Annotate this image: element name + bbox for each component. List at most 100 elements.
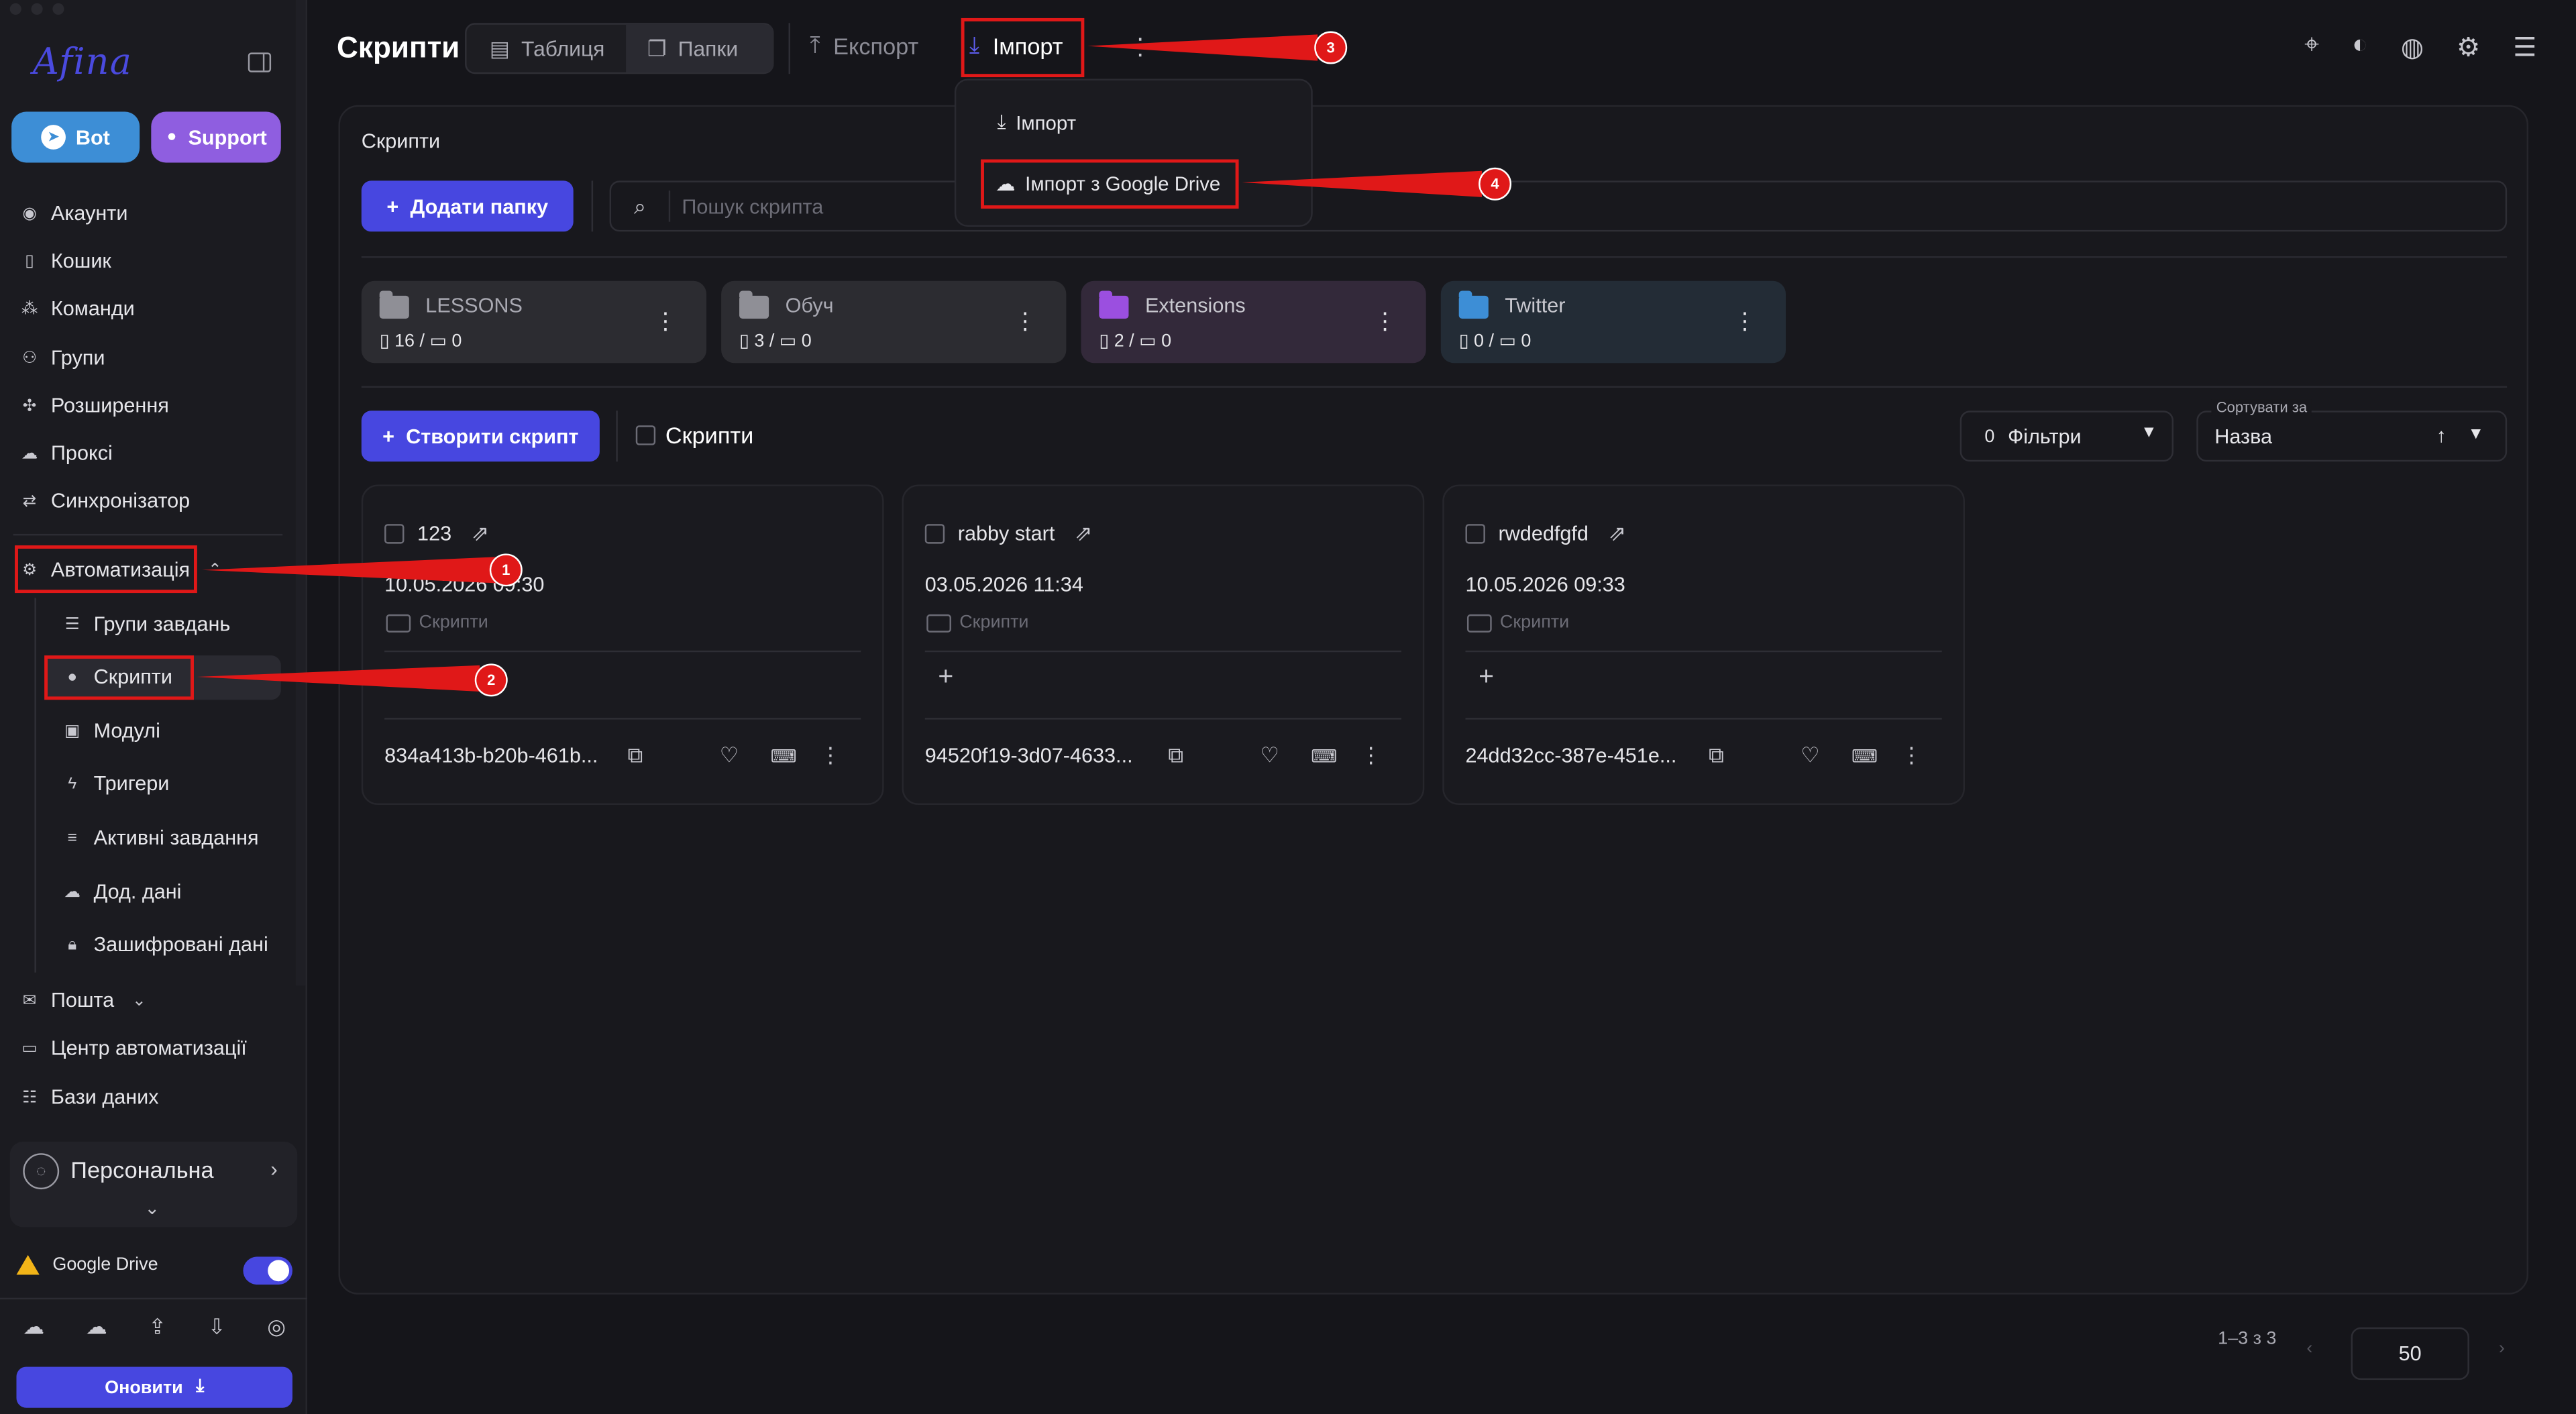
cloud-upload-icon[interactable]: ☁: [23, 1314, 44, 1340]
sidebar-item-automation-center[interactable]: ▭ Центр автоматизації: [19, 1030, 246, 1067]
eye-off-icon[interactable]: ◎: [267, 1314, 286, 1340]
support-button[interactable]: ● Support: [151, 111, 281, 163]
external-link-icon[interactable]: ⇗: [1075, 521, 1093, 547]
minimize-dot[interactable]: [31, 3, 43, 15]
heart-icon[interactable]: ♡: [1801, 743, 1851, 769]
filters-dropdown[interactable]: 0 Фільтри ▼: [1960, 411, 2174, 462]
heart-icon[interactable]: ♡: [1260, 743, 1311, 769]
sidebar-toggle-icon[interactable]: [248, 52, 272, 72]
create-script-button[interactable]: + Створити скрипт: [361, 411, 600, 462]
plus-icon[interactable]: +: [398, 663, 413, 693]
arrow-up-icon[interactable]: ↑: [2436, 424, 2447, 447]
script-card[interactable]: 123 ⇗ 10.05.2026 09:30 Скрипти + 834a413b…: [361, 484, 884, 806]
checkbox[interactable]: [924, 524, 945, 544]
checkbox[interactable]: [635, 425, 656, 445]
search-box: ⌕: [609, 180, 2508, 232]
copy-icon[interactable]: ⧉: [1709, 743, 1801, 769]
more-icon[interactable]: ⋮: [1360, 743, 1382, 769]
sidebar-item-sync[interactable]: ⇄ Синхронізатор: [19, 483, 190, 519]
external-link-icon[interactable]: ⇗: [472, 521, 490, 547]
copy-icon[interactable]: ⧉: [1168, 743, 1260, 769]
external-link-icon[interactable]: ⇗: [1608, 521, 1626, 547]
more-icon[interactable]: ⋮: [1128, 33, 1151, 61]
more-icon[interactable]: ⋮: [1373, 307, 1396, 335]
export-button[interactable]: ⤒ Експорт: [810, 32, 918, 60]
folder-card[interactable]: Обуч ▯ 3 / ▭ 0 ⋮: [721, 280, 1067, 364]
sidebar-item-encrypted-data[interactable]: 🔒︎ Зашифровані дані: [62, 926, 268, 963]
update-button[interactable]: Оновити ⤓: [16, 1366, 292, 1408]
prev-page-icon[interactable]: ‹: [2306, 1339, 2312, 1358]
script-header: 123 ⇗: [384, 521, 489, 547]
folder-counts: ▯ 16 / ▭ 0: [379, 331, 462, 352]
next-page-icon[interactable]: ›: [2499, 1339, 2505, 1358]
sidebar-item-label: Активні завдання: [93, 826, 259, 850]
sidebar-scrollbar[interactable]: [295, 0, 306, 986]
topbar: Скрипти ▤ Таблиця ❐ Папки ⤒ Експорт ⤓ Імпорт…: [307, 0, 2576, 99]
copy-icon[interactable]: ⧉: [628, 743, 720, 769]
select-all-checkbox[interactable]: Скрипти: [635, 422, 754, 449]
zoom-dot[interactable]: [52, 3, 64, 15]
more-icon[interactable]: ⋮: [1014, 307, 1036, 335]
select-all-label: Скрипти: [665, 422, 754, 449]
keyboard-icon[interactable]: ⌨: [1851, 745, 1900, 766]
tag-icon[interactable]: ⌖: [2304, 32, 2319, 64]
sidebar-item-groups[interactable]: ⚇ Групи: [19, 340, 105, 376]
theme-icon[interactable]: ◐: [2352, 32, 2368, 64]
add-folder-button[interactable]: + Додати папку: [361, 180, 574, 232]
keyboard-icon[interactable]: ⌨: [1311, 745, 1360, 766]
sidebar-item-proxy[interactable]: ☁ Проксі: [19, 435, 113, 472]
per-page-select[interactable]: 50: [2351, 1327, 2469, 1380]
sidebar-item-task-groups[interactable]: ☰ Групи завдань: [62, 606, 231, 643]
sidebar-item-triggers[interactable]: ϟ Тригери: [62, 765, 169, 802]
heart-icon[interactable]: ♡: [720, 743, 771, 769]
more-icon[interactable]: ⋮: [654, 307, 677, 335]
script-card[interactable]: rwdedfgfd ⇗ 10.05.2026 09:33 Скрипти + 24…: [1442, 484, 1966, 806]
folder-upload-icon[interactable]: ⇪: [148, 1314, 166, 1340]
checkbox[interactable]: [384, 524, 405, 544]
folder-card[interactable]: Extensions ▯ 2 / ▭ 0 ⋮: [1081, 280, 1426, 364]
sidebar-item-databases[interactable]: ☷ Бази даних: [19, 1079, 158, 1116]
script-card[interactable]: rabby start ⇗ 03.05.2026 11:34 Скрипти + …: [902, 484, 1425, 806]
view-folders-button[interactable]: ❐ Папки: [626, 24, 774, 72]
more-icon[interactable]: ⋮: [820, 743, 841, 769]
checkbox[interactable]: [1465, 524, 1485, 544]
keyboard-icon[interactable]: ⌨: [771, 745, 820, 766]
sidebar-item-mail[interactable]: ✉ Пошта ⌄: [19, 983, 146, 1019]
sidebar-item-label: Пошта: [50, 989, 115, 1012]
sidebar-item-accounts[interactable]: ◉ Акаунти: [19, 195, 127, 231]
menu-item-import[interactable]: ⤓ Імпорт: [998, 110, 1077, 135]
view-table-button[interactable]: ▤ Таблиця: [490, 25, 605, 72]
plus-icon[interactable]: +: [938, 663, 953, 693]
profile-selector[interactable]: ◌ Персональна › ⌄: [9, 1142, 298, 1228]
sidebar-item-active-tasks[interactable]: ≡ Активні завдання: [62, 820, 259, 856]
script-footer: 94520f19-3d07-4633... ⧉ ♡ ⌨ ⋮: [925, 743, 1405, 769]
more-icon[interactable]: ⋮: [1900, 743, 1922, 769]
sort-select[interactable]: Сортувати за Назва ↑ ▼: [2196, 399, 2508, 462]
gear-icon[interactable]: ⚙: [2457, 32, 2480, 64]
sidebar-item-extra-data[interactable]: ☁ Дод. дані: [62, 874, 182, 910]
layout-icon[interactable]: ☰: [2513, 32, 2536, 64]
chevron-down-icon[interactable]: ⌄: [145, 1197, 160, 1219]
sidebar-item-trash[interactable]: ▯ Кошик: [19, 243, 111, 279]
bot-button[interactable]: ➤ Bot: [11, 111, 140, 163]
sidebar-item-modules[interactable]: ▣ Модулі: [62, 713, 160, 749]
create-script-label: Створити скрипт: [406, 425, 579, 448]
more-icon[interactable]: ⋮: [1733, 307, 1756, 335]
script-name: 123: [417, 522, 452, 546]
plus-icon: +: [382, 425, 394, 448]
chevron-right-icon[interactable]: ›: [270, 1156, 278, 1181]
subfolder-count: 0: [1521, 331, 1532, 352]
folder-card[interactable]: LESSONS ▯ 16 / ▭ 0 ⋮: [361, 280, 707, 364]
google-drive-toggle[interactable]: [243, 1256, 292, 1285]
app-logo: Afina: [32, 42, 133, 84]
plus-icon[interactable]: +: [1479, 663, 1494, 693]
close-dot[interactable]: [9, 3, 21, 15]
folder-card[interactable]: Twitter ▯ 0 / ▭ 0 ⋮: [1440, 280, 1786, 364]
script-folder: Скрипти: [926, 612, 1028, 633]
annotation-badge: 1: [489, 553, 523, 587]
folder-download-icon[interactable]: ⇩: [208, 1314, 226, 1340]
sidebar-item-teams[interactable]: ⁂ Команди: [19, 290, 135, 327]
globe-icon[interactable]: ◍: [2401, 32, 2424, 64]
cloud-download-icon[interactable]: ☁: [86, 1314, 107, 1340]
sidebar-item-extensions[interactable]: ✣ Розширення: [19, 388, 169, 424]
